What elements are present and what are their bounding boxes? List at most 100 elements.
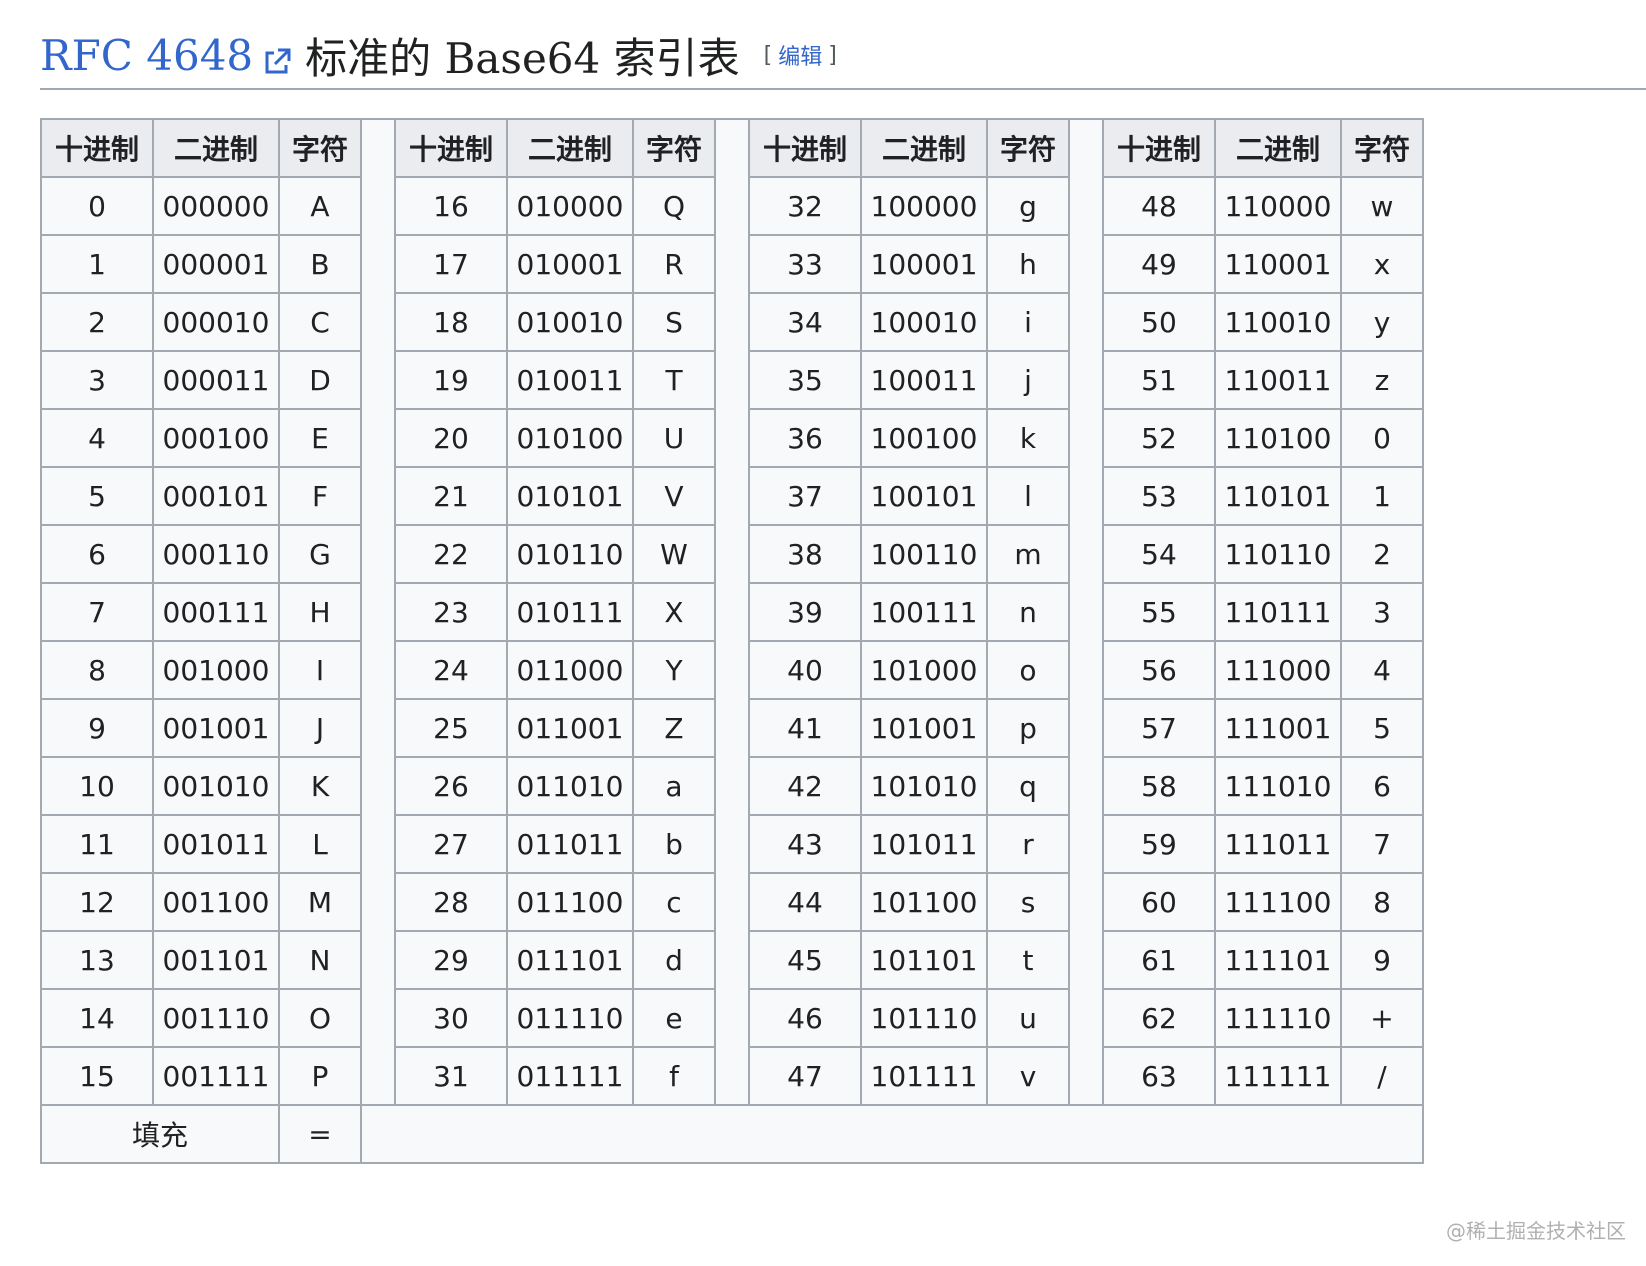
- char-cell: +: [1340, 988, 1424, 1048]
- char-cell: p: [986, 698, 1070, 758]
- table-row: 7 000111 H 23 010111 X 39 100111 n 55 110111 3: [40, 582, 1424, 642]
- table-row: 4 000100 E 20 010100 U 36 100100 k 52 110100 0: [40, 408, 1424, 468]
- decimal-cell: 18: [394, 292, 508, 352]
- decimal-cell: 58: [1102, 756, 1216, 816]
- table-body: 0 000000 A 16 010000 Q 32 100000 g 48 110000 w 1 0000…: [40, 176, 1424, 1106]
- char-cell: O: [278, 988, 362, 1048]
- binary-cell: 001101: [152, 930, 280, 990]
- char-cell: V: [632, 466, 716, 526]
- decimal-cell: 57: [1102, 698, 1216, 758]
- decimal-cell: 55: [1102, 582, 1216, 642]
- column-gap: [714, 931, 750, 989]
- binary-cell: 101110: [860, 988, 988, 1048]
- column-gap: [714, 699, 750, 757]
- char-cell: n: [986, 582, 1070, 642]
- column-gap: [714, 351, 750, 409]
- char-cell: x: [1340, 234, 1424, 294]
- decimal-cell: 4: [40, 408, 154, 468]
- binary-cell: 111010: [1214, 756, 1342, 816]
- char-cell: H: [278, 582, 362, 642]
- decimal-cell: 8: [40, 640, 154, 700]
- rfc-4648-link[interactable]: RFC 4648: [40, 31, 293, 80]
- decimal-cell: 47: [748, 1046, 862, 1106]
- binary-cell: 111100: [1214, 872, 1342, 932]
- binary-cell: 110110: [1214, 524, 1342, 584]
- decimal-cell: 29: [394, 930, 508, 990]
- char-cell: P: [278, 1046, 362, 1106]
- table-row: 5 000101 F 21 010101 V 37 100101 l 53 110101 1: [40, 466, 1424, 526]
- base64-index-table: 十进制 二进制 字符 十进制 二进制 字符 十进制 二进制 字符 十进制 二进制…: [40, 118, 1424, 1164]
- column-gap: [714, 235, 750, 293]
- char-cell: Q: [632, 176, 716, 236]
- decimal-cell: 45: [748, 930, 862, 990]
- column-gap: [714, 177, 750, 235]
- edit-link[interactable]: 编辑: [778, 39, 822, 71]
- column-gap: [360, 989, 396, 1047]
- binary-cell: 111011: [1214, 814, 1342, 874]
- edit-bracket-open: [: [763, 42, 773, 68]
- column-gap: [360, 931, 396, 989]
- column-gap: [714, 873, 750, 931]
- char-cell: m: [986, 524, 1070, 584]
- column-gap: [1068, 989, 1104, 1047]
- char-cell: C: [278, 292, 362, 352]
- char-cell: Y: [632, 640, 716, 700]
- decimal-cell: 32: [748, 176, 862, 236]
- decimal-cell: 28: [394, 872, 508, 932]
- column-gap: [714, 525, 750, 583]
- padding-char: =: [278, 1104, 362, 1164]
- decimal-cell: 37: [748, 466, 862, 526]
- char-cell: f: [632, 1046, 716, 1106]
- decimal-cell: 36: [748, 408, 862, 468]
- binary-cell: 100010: [860, 292, 988, 352]
- char-cell: U: [632, 408, 716, 468]
- column-gap: [1068, 118, 1104, 177]
- char-cell: 8: [1340, 872, 1424, 932]
- binary-cell: 011011: [506, 814, 634, 874]
- char-cell: R: [632, 234, 716, 294]
- binary-cell: 100000: [860, 176, 988, 236]
- char-cell: /: [1340, 1046, 1424, 1106]
- column-gap: [360, 177, 396, 235]
- decimal-cell: 35: [748, 350, 862, 410]
- char-cell: i: [986, 292, 1070, 352]
- header-decimal: 十进制: [1102, 118, 1216, 178]
- decimal-cell: 38: [748, 524, 862, 584]
- column-gap: [360, 699, 396, 757]
- binary-cell: 011101: [506, 930, 634, 990]
- binary-cell: 101001: [860, 698, 988, 758]
- char-cell: e: [632, 988, 716, 1048]
- column-gap: [1068, 641, 1104, 699]
- binary-cell: 100111: [860, 582, 988, 642]
- binary-cell: 111111: [1214, 1046, 1342, 1106]
- char-cell: 5: [1340, 698, 1424, 758]
- decimal-cell: 6: [40, 524, 154, 584]
- decimal-cell: 26: [394, 756, 508, 816]
- column-gap: [714, 989, 750, 1047]
- column-gap: [1068, 467, 1104, 525]
- char-cell: X: [632, 582, 716, 642]
- column-gap: [714, 1047, 750, 1105]
- header-decimal: 十进制: [748, 118, 862, 178]
- char-cell: y: [1340, 292, 1424, 352]
- decimal-cell: 5: [40, 466, 154, 526]
- char-cell: B: [278, 234, 362, 294]
- binary-cell: 101010: [860, 756, 988, 816]
- char-cell: A: [278, 176, 362, 236]
- decimal-cell: 2: [40, 292, 154, 352]
- edit-bracket-close: ]: [828, 42, 837, 68]
- padding-label: 填充: [40, 1104, 280, 1164]
- char-cell: 3: [1340, 582, 1424, 642]
- decimal-cell: 50: [1102, 292, 1216, 352]
- header-decimal: 十进制: [40, 118, 154, 178]
- section-heading: RFC 4648 标准的 Base64 索引表 [ 编辑 ]: [40, 22, 1646, 90]
- column-gap: [1068, 699, 1104, 757]
- binary-cell: 101000: [860, 640, 988, 700]
- binary-cell: 001000: [152, 640, 280, 700]
- binary-cell: 011111: [506, 1046, 634, 1106]
- padding-empty-cell: [360, 1104, 1424, 1164]
- decimal-cell: 61: [1102, 930, 1216, 990]
- char-cell: 0: [1340, 408, 1424, 468]
- binary-cell: 111101: [1214, 930, 1342, 990]
- char-cell: z: [1340, 350, 1424, 410]
